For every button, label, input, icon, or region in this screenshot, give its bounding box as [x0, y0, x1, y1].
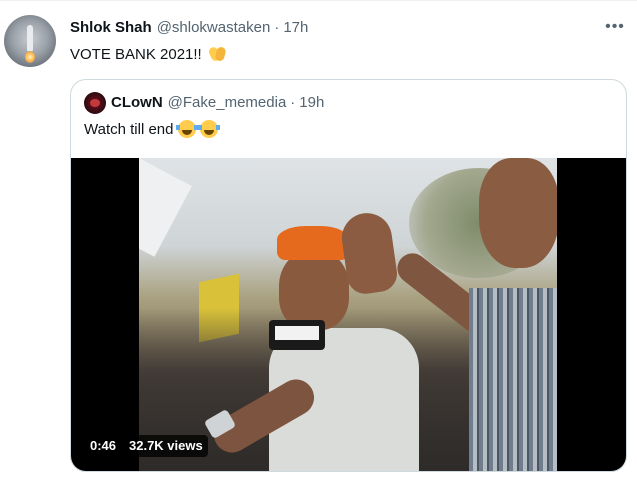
microphone: [269, 320, 325, 350]
interviewee-head: [279, 250, 349, 330]
video-player[interactable]: 0:46 32.7K views: [71, 158, 626, 471]
quoted-author-avatar[interactable]: [84, 92, 106, 114]
clapping-hands-emoji-icon: [207, 45, 227, 63]
author-handle[interactable]: @shlokwastaken: [157, 19, 271, 36]
author-name[interactable]: Shlok Shah: [70, 19, 152, 36]
tweet-body: VOTE BANK 2021!!: [70, 45, 227, 63]
top-divider: [0, 0, 637, 1]
tears-of-joy-emoji-icon: [176, 120, 199, 138]
quoted-tweet-time[interactable]: 19h: [299, 94, 324, 111]
plaid-shirt: [469, 288, 557, 471]
tweet-header: Shlok Shah @shlokwastaken · 17h: [70, 19, 308, 39]
video-views-badge: 32.7K views: [124, 435, 208, 457]
quoted-tweet-body: Watch till end: [84, 120, 221, 138]
background-flag: [139, 158, 192, 257]
separator-dot: ·: [290, 94, 296, 111]
video-duration-badge: 0:46: [85, 435, 122, 457]
bystander: [469, 158, 557, 471]
quoted-author-handle[interactable]: @Fake_memedia: [168, 94, 287, 111]
bystander-head: [479, 158, 557, 268]
author-avatar[interactable]: [4, 15, 56, 67]
rocket-icon: [27, 25, 33, 51]
quoted-tweet-text: Watch till end: [84, 120, 174, 138]
rocket-flame: [25, 51, 35, 63]
orange-cap: [277, 226, 349, 260]
separator-dot: ·: [274, 19, 280, 36]
video-thumbnail: [139, 158, 557, 471]
quoted-tweet-card[interactable]: CLowN @Fake_memedia · 19h Watch till end: [70, 79, 627, 472]
more-options-icon[interactable]: •••: [604, 16, 626, 38]
quoted-tweet-header: CLowN @Fake_memedia · 19h: [111, 94, 324, 111]
quoted-author-name[interactable]: CLowN: [111, 94, 163, 111]
tears-of-joy-emoji-icon: [198, 120, 221, 138]
tweet-text: VOTE BANK 2021!!: [70, 45, 202, 63]
tweet-time[interactable]: 17h: [283, 19, 308, 36]
